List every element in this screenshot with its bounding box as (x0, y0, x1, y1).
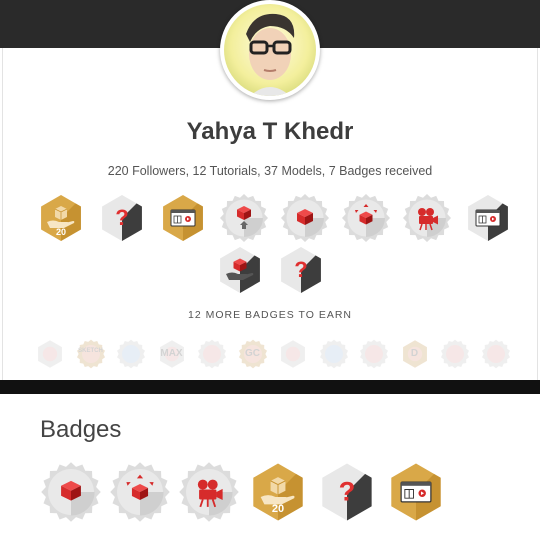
badge-tutorial-gray-icon (468, 195, 508, 241)
badge-cube-gray[interactable] (40, 461, 102, 523)
ghost-badge-11[interactable] (440, 339, 470, 369)
ghost-badge-5[interactable] (197, 339, 227, 369)
badges-section-title: Badges (40, 416, 122, 443)
ghost-badge-label: GC (245, 348, 260, 359)
badge-camera-icon (403, 194, 451, 242)
ghost-badge-label: D (410, 348, 419, 359)
badge-tutorial-gray[interactable] (463, 193, 513, 243)
ghost-badge-7[interactable] (278, 339, 308, 369)
badge-cube-upload[interactable] (219, 193, 269, 243)
badge-cube-gray-icon (41, 462, 101, 522)
badge-cube-expand-icon (110, 462, 170, 522)
badge-tutorial-gold[interactable] (158, 193, 208, 243)
badge-tutorial-gold[interactable] (385, 461, 447, 523)
badge-cube-gray-icon (281, 194, 329, 242)
ghost-badge-label: MAX (160, 348, 183, 359)
avatar[interactable] (220, 0, 320, 100)
badge-hand-box-gold[interactable]: 20 (36, 193, 86, 243)
badge-tutorial-gold-icon (163, 195, 203, 241)
ghost-badge-6[interactable]: GC (238, 339, 268, 369)
svg-text:?: ? (115, 205, 128, 230)
ghost-badge-12[interactable] (481, 339, 511, 369)
badge-question[interactable]: ? (316, 461, 378, 523)
ghost-badge-2[interactable]: SKETCH (76, 339, 106, 369)
badge-question[interactable]: ? (97, 193, 147, 243)
profile-stats: 220 Followers, 12 Tutorials, 37 Models, … (107, 164, 433, 178)
badge-camera[interactable] (402, 193, 452, 243)
profile-name: Yahya T Khedr (186, 118, 354, 145)
more-badges-label: 12 MORE BADGES TO EARN (188, 309, 352, 321)
badge-cube-gray[interactable] (280, 193, 330, 243)
badge-question-icon: ? (322, 463, 372, 521)
badge-cube-expand-icon (342, 194, 390, 242)
badge-hand-cube-gray-icon (220, 247, 260, 293)
svg-text:?: ? (339, 476, 356, 507)
badge-level: 20 (271, 503, 285, 516)
badge-camera-icon (179, 462, 239, 522)
badge-question-2[interactable]: ? (276, 245, 326, 295)
ghost-badge-8[interactable] (319, 339, 349, 369)
badge-question-icon: ? (102, 195, 142, 241)
badge-question-2-icon: ? (281, 247, 321, 293)
ghost-badge-9[interactable] (359, 339, 389, 369)
badge-hand-cube-gray[interactable] (215, 245, 265, 295)
section-divider (0, 380, 540, 394)
badge-cube-expand[interactable] (109, 461, 171, 523)
ghost-badge-3[interactable] (116, 339, 146, 369)
badge-cube-upload-icon (220, 194, 268, 242)
badge-hand-box-gold[interactable]: 20 (247, 461, 309, 523)
ghost-badge-label: SKETCH (78, 348, 103, 354)
ghost-badge-4[interactable]: MAX (157, 339, 187, 369)
badge-tutorial-gold-icon (391, 463, 441, 521)
badge-cube-expand[interactable] (341, 193, 391, 243)
badge-level: 20 (55, 227, 66, 237)
ghost-badge-10[interactable]: D (400, 339, 430, 369)
svg-text:?: ? (294, 257, 307, 282)
badge-camera[interactable] (178, 461, 240, 523)
ghost-badge-1[interactable] (35, 339, 65, 369)
